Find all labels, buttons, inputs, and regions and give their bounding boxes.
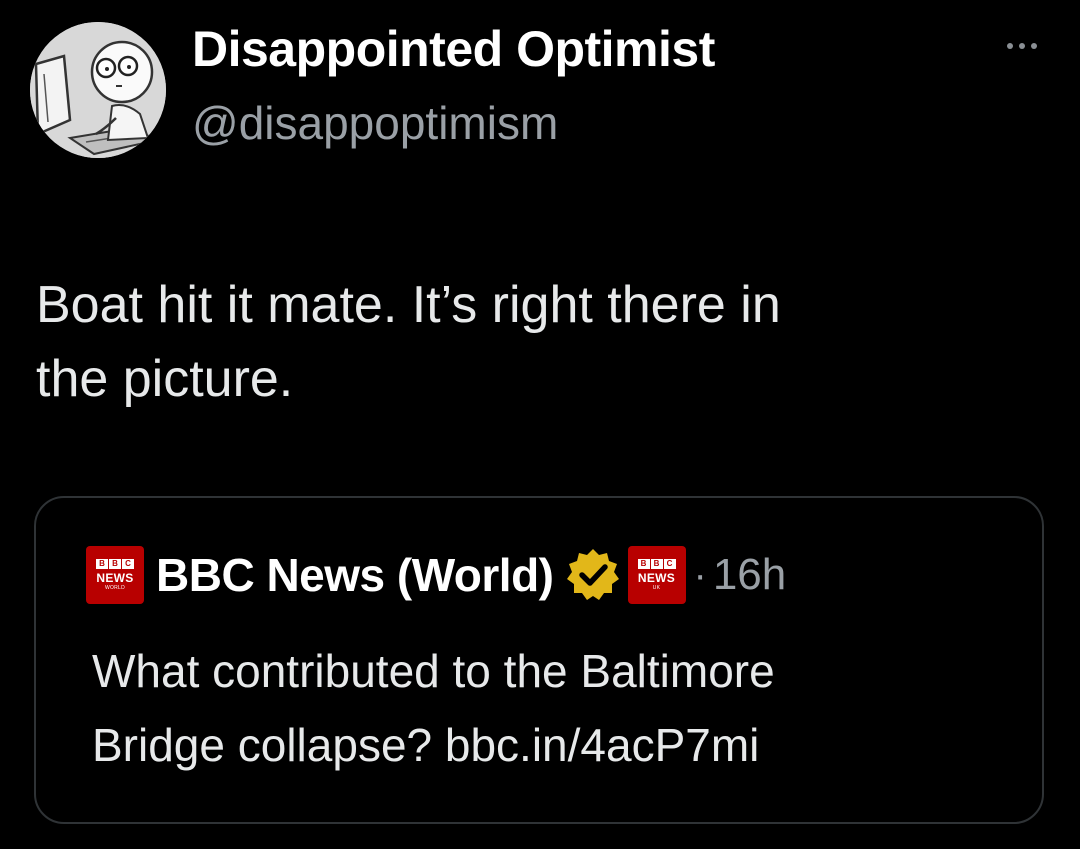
tweet: Disappointed Optimist @disappoptimism Bo…	[0, 0, 1080, 849]
quoted-timestamp[interactable]: 16h	[713, 550, 786, 600]
tweet-text-line: Boat hit it mate. It’s right there in	[36, 276, 781, 334]
bbc-letter: B	[96, 559, 108, 569]
quoted-display-name[interactable]: BBC News (World)	[156, 548, 554, 602]
more-dot	[1007, 43, 1013, 49]
bbc-letter: C	[122, 559, 134, 569]
cartoon-avatar-icon	[30, 22, 166, 158]
bbc-letter: B	[109, 559, 121, 569]
quoted-tweet-header: B B C NEWS WORLD BBC News (World) B B C	[86, 542, 786, 608]
author-avatar[interactable]	[30, 22, 166, 158]
quoted-tweet-card[interactable]: B B C NEWS WORLD BBC News (World) B B C	[34, 496, 1044, 824]
bbc-logo-news-text: NEWS	[96, 571, 134, 585]
verified-badge-icon[interactable]	[564, 546, 622, 604]
bbc-logo-news-text: NEWS	[637, 571, 676, 585]
author-display-name[interactable]: Disappointed Optimist	[192, 20, 715, 78]
quoted-text-line: What contributed to the Baltimore	[92, 645, 775, 697]
tweet-text-line: the picture.	[36, 350, 294, 408]
more-options-icon[interactable]	[1000, 26, 1044, 66]
bbc-blocks: B B C	[96, 559, 134, 569]
bbc-logo-sub-text: UK	[652, 585, 661, 591]
tweet-text: Boat hit it mate. It’s right there in th…	[36, 268, 1036, 416]
bbc-blocks: B B C	[637, 559, 676, 569]
quoted-tweet-text: What contributed to the Baltimore Bridge…	[92, 634, 1022, 782]
bbc-letter: B	[637, 559, 650, 569]
more-dot	[1031, 43, 1037, 49]
more-dot	[1019, 43, 1025, 49]
time-separator: ·	[693, 552, 707, 597]
bbc-letter: B	[650, 559, 663, 569]
bbc-letter: C	[663, 559, 676, 569]
bbc-logo-sub-text: WORLD	[104, 585, 126, 591]
author-handle[interactable]: @disappoptimism	[192, 96, 558, 150]
quoted-text-line: Bridge collapse? bbc.in/4acP7mi	[92, 719, 760, 771]
bbc-news-uk-affiliate-badge[interactable]: B B C NEWS UK	[627, 546, 686, 604]
bbc-news-world-avatar[interactable]: B B C NEWS WORLD	[86, 546, 144, 604]
